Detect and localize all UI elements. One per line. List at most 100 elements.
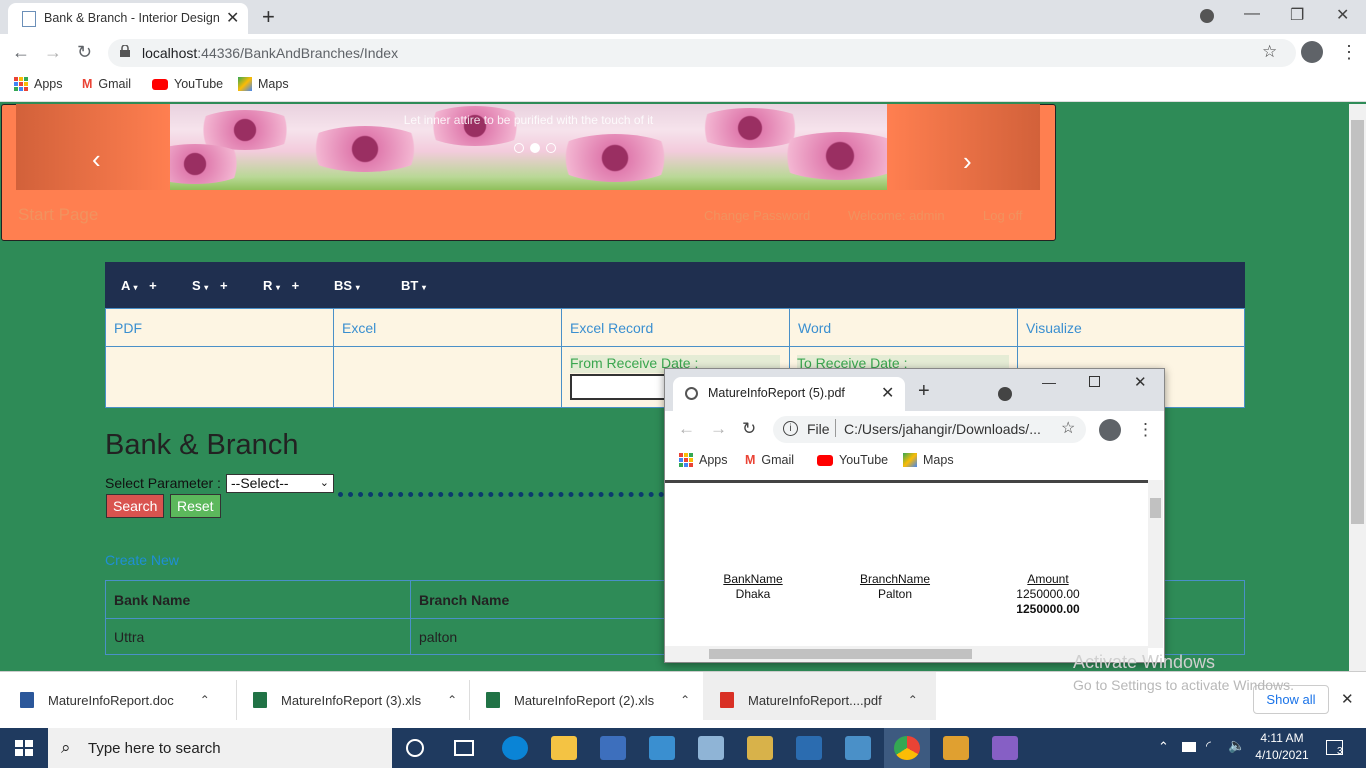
visualize-link[interactable]: Visualize bbox=[1018, 309, 1244, 336]
scrollbar-thumb[interactable] bbox=[709, 649, 972, 659]
edge-icon[interactable] bbox=[502, 736, 528, 760]
cortana-icon[interactable] bbox=[406, 739, 424, 757]
account-icon[interactable] bbox=[1301, 41, 1323, 63]
url-input[interactable]: localhost:44336/BankAndBranches/Index ☆ bbox=[108, 39, 1296, 67]
app-icon[interactable] bbox=[796, 736, 822, 760]
volume-icon[interactable]: 🔈 bbox=[1228, 737, 1245, 754]
carousel-next-button[interactable]: › bbox=[887, 104, 1040, 190]
nav-item-r[interactable]: R ▾ + bbox=[263, 278, 299, 293]
back-icon[interactable]: ← bbox=[12, 42, 30, 63]
carousel-indicator[interactable] bbox=[514, 143, 524, 153]
app-icon[interactable] bbox=[845, 736, 871, 760]
bookmark-gmail[interactable]: M Gmail bbox=[745, 453, 794, 467]
forward-icon[interactable]: → bbox=[44, 42, 62, 63]
scrollbar-thumb[interactable] bbox=[1150, 498, 1161, 518]
pdf-vertical-scrollbar[interactable] bbox=[1148, 480, 1163, 648]
create-new-link[interactable]: Create New bbox=[105, 552, 179, 568]
bookmark-youtube[interactable]: YouTube bbox=[817, 453, 888, 467]
close-downloads-icon[interactable]: ✕ bbox=[1341, 690, 1354, 708]
change-password-link[interactable]: Change Password bbox=[704, 208, 810, 223]
start-page-link[interactable]: Start Page bbox=[18, 205, 98, 225]
back-icon[interactable]: ← bbox=[678, 419, 695, 439]
maximize-icon[interactable] bbox=[1089, 376, 1100, 387]
carousel-prev-button[interactable]: ‹ bbox=[16, 104, 170, 190]
download-item[interactable]: MatureInfoReport....pdf ⌃ bbox=[720, 692, 918, 708]
select-parameter-label: Select Parameter : bbox=[105, 475, 221, 491]
battery-icon[interactable] bbox=[1182, 742, 1196, 752]
more-menu-icon[interactable]: ⋮ bbox=[1340, 42, 1358, 63]
bookmark-youtube[interactable]: YouTube bbox=[152, 77, 223, 91]
word-link[interactable]: Word bbox=[790, 309, 1017, 336]
task-view-icon[interactable] bbox=[454, 740, 474, 756]
excel-link[interactable]: Excel bbox=[334, 309, 561, 336]
visual-studio-icon[interactable] bbox=[992, 736, 1018, 760]
nav-item-bs[interactable]: BS ▾ bbox=[334, 278, 360, 293]
page-scrollbar-thumb[interactable] bbox=[1351, 120, 1364, 524]
search-button[interactable]: Search bbox=[106, 494, 165, 518]
download-item[interactable]: MatureInfoReport (2).xls ⌃ bbox=[486, 692, 690, 708]
nav-plus[interactable]: + bbox=[220, 278, 228, 293]
nav-item-bt[interactable]: BT ▾ bbox=[401, 278, 426, 293]
bookmark-maps[interactable]: Maps bbox=[903, 453, 954, 467]
progress-dashes bbox=[338, 492, 664, 498]
chevron-up-icon[interactable]: ⌃ bbox=[908, 693, 918, 707]
windows-start-icon[interactable] bbox=[15, 740, 33, 756]
bookmark-star-icon[interactable]: ☆ bbox=[1262, 42, 1277, 62]
app-icon[interactable] bbox=[698, 736, 724, 760]
reload-icon[interactable]: ↻ bbox=[77, 42, 92, 63]
close-window-icon[interactable]: ✕ bbox=[1134, 373, 1147, 391]
reload-icon[interactable]: ↻ bbox=[742, 419, 756, 439]
download-item[interactable]: MatureInfoReport.doc ⌃ bbox=[20, 692, 210, 708]
bookmark-maps[interactable]: Maps bbox=[238, 77, 289, 91]
close-tab-icon[interactable]: ✕ bbox=[226, 8, 239, 28]
nav-plus[interactable]: + bbox=[149, 278, 157, 293]
bookmark-apps[interactable]: Apps bbox=[679, 453, 728, 467]
taskbar-search-input[interactable]: ⌕ Type here to search bbox=[48, 728, 392, 768]
from-date-input[interactable] bbox=[570, 374, 670, 400]
minimize-icon[interactable]: — bbox=[1042, 374, 1056, 390]
bookmark-gmail[interactable]: M Gmail bbox=[82, 77, 131, 91]
new-tab-icon[interactable]: + bbox=[918, 380, 930, 403]
logoff-link[interactable]: Log off bbox=[983, 208, 1023, 223]
app-icon[interactable] bbox=[943, 736, 969, 760]
file-explorer-icon[interactable] bbox=[551, 736, 577, 760]
pdf-link[interactable]: PDF bbox=[106, 309, 333, 336]
parameter-select[interactable]: --Select-- ⌄ bbox=[226, 474, 334, 493]
page-title: Bank & Branch bbox=[105, 429, 299, 461]
bookmark-star-icon[interactable]: ☆ bbox=[1061, 418, 1075, 438]
app-icon[interactable] bbox=[747, 736, 773, 760]
store-icon[interactable] bbox=[600, 736, 626, 760]
close-window-icon[interactable]: ✕ bbox=[1336, 5, 1349, 25]
nav-item-a[interactable]: A ▾ + bbox=[121, 278, 157, 293]
download-item[interactable]: MatureInfoReport (3).xls ⌃ bbox=[253, 692, 457, 708]
welcome-link[interactable]: Welcome: admin bbox=[848, 208, 945, 223]
nav-item-s[interactable]: S ▾ + bbox=[192, 278, 228, 293]
carousel-indicator-active[interactable] bbox=[530, 143, 540, 153]
wifi-icon[interactable]: ◜ bbox=[1206, 738, 1211, 754]
account-icon[interactable] bbox=[1099, 419, 1121, 441]
nav-plus[interactable]: + bbox=[292, 278, 300, 293]
browser-tab[interactable]: Bank & Branch - Interior Design ✕ bbox=[8, 3, 248, 34]
bookmark-apps[interactable]: Apps bbox=[14, 77, 63, 91]
restore-icon[interactable]: ❐ bbox=[1290, 5, 1304, 25]
chrome-icon[interactable] bbox=[894, 736, 920, 760]
clock[interactable]: 4:11 AM 4/10/2021 bbox=[1253, 731, 1311, 762]
reset-button[interactable]: Reset bbox=[170, 494, 221, 518]
new-tab-icon[interactable]: + bbox=[262, 4, 275, 30]
profile-menu-icon[interactable] bbox=[1200, 9, 1214, 23]
tray-chevron-icon[interactable]: ⌃ bbox=[1158, 739, 1169, 755]
carousel-indicator[interactable] bbox=[546, 143, 556, 153]
more-menu-icon[interactable]: ⋮ bbox=[1137, 420, 1154, 440]
chevron-up-icon[interactable]: ⌃ bbox=[447, 693, 457, 707]
close-tab-icon[interactable]: ✕ bbox=[881, 383, 894, 403]
excel-record-link[interactable]: Excel Record bbox=[562, 309, 789, 336]
chevron-up-icon[interactable]: ⌃ bbox=[680, 693, 690, 707]
profile-menu-icon[interactable] bbox=[998, 387, 1012, 401]
pdf-viewer[interactable] bbox=[665, 480, 1148, 648]
popup-url-input[interactable]: i File C:/Users/jahangir/Downloads/... ☆ bbox=[773, 416, 1086, 443]
popup-tab[interactable]: MatureInfoReport (5).pdf ✕ bbox=[673, 377, 905, 411]
forward-icon[interactable]: → bbox=[710, 419, 727, 439]
minimize-icon[interactable]: — bbox=[1244, 5, 1260, 23]
mail-icon[interactable] bbox=[649, 736, 675, 760]
chevron-up-icon[interactable]: ⌃ bbox=[200, 693, 210, 707]
